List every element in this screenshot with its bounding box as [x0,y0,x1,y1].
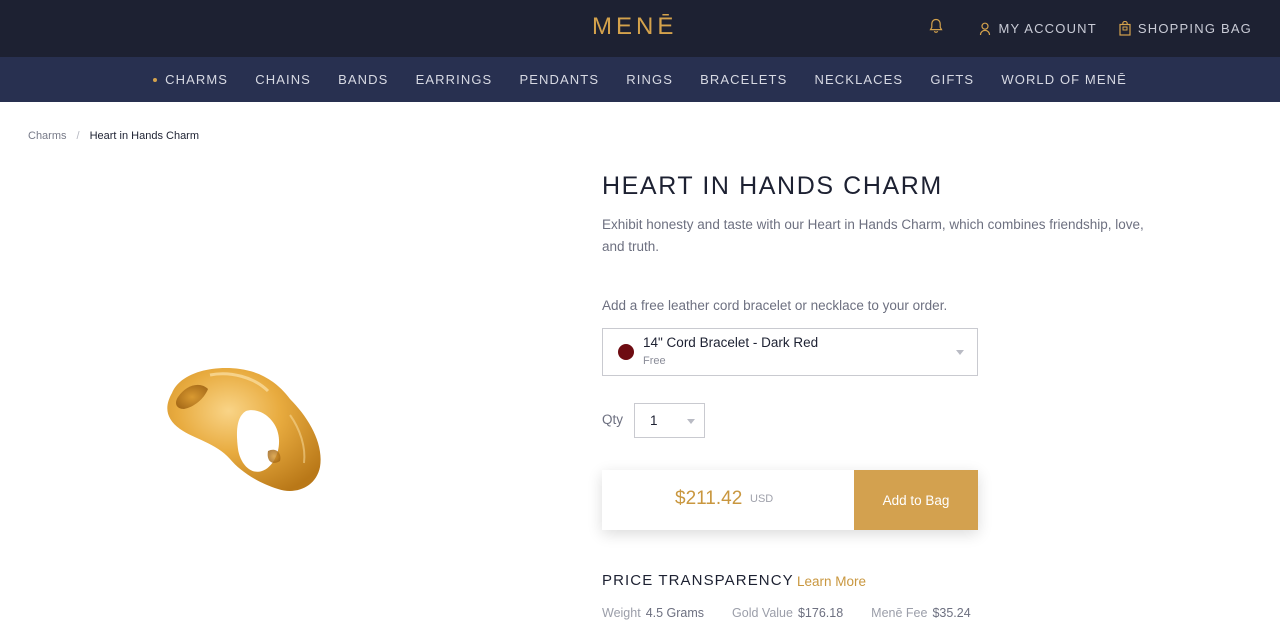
nav-item-label: NECKLACES [814,72,904,87]
learn-more-link[interactable]: Learn More [797,574,866,589]
bell-icon[interactable] [929,18,943,39]
nav-item-label: BANDS [338,72,389,87]
shopping-bag-label: SHOPPING BAG [1137,21,1252,36]
mene-fee-amount: $35.24 [932,606,971,620]
nav-item-rings[interactable]: RINGS [613,72,687,87]
cord-option-price: Free [643,355,666,367]
nav-item-chains[interactable]: CHAINS [242,72,325,87]
nav-item-label: GIFTS [930,72,975,87]
weight-value: 4.5 Grams [645,606,705,620]
nav-item-gifts[interactable]: GIFTS [917,72,988,87]
qty-label: Qty [602,412,624,427]
quantity-value: 1 [650,413,658,428]
price-transparency-title: PRICE TRANSPARENCY [602,572,794,589]
shopping-bag-icon [1119,21,1131,36]
top-header: MENĒ MY ACCOUNT SHOPPING BAG [0,0,1280,57]
user-icon [979,22,991,36]
nav-item-label: CHAINS [255,72,311,87]
nav-item-bands[interactable]: BANDS [325,72,402,87]
nav-item-label: RINGS [626,72,673,87]
product-description: Exhibit honesty and taste with our Heart… [602,217,1144,254]
nav-item-world-of-men[interactable]: WORLD OF MENĒ [988,72,1141,87]
gold-value-item: Gold Value $176.18 [732,606,843,620]
nav-item-bracelets[interactable]: BRACELETS [687,72,801,87]
gold-value-amount: $176.18 [797,606,844,620]
breadcrumb-parent[interactable]: Charms [28,130,67,142]
header-actions: MY ACCOUNT SHOPPING BAG [929,0,1252,57]
price-currency: USD [750,493,774,505]
quantity-select[interactable]: 1 [634,403,705,438]
cord-offer-label: Add a free leather cord bracelet or neck… [602,298,948,313]
nav-item-pendants[interactable]: PENDANTS [506,72,613,87]
nav-item-label: WORLD OF MENĒ [1001,72,1127,87]
nav-item-charms[interactable]: CHARMS [140,72,242,87]
mene-fee-item: Menē Fee $35.24 [871,606,971,620]
breadcrumb-separator: / [76,130,80,142]
chevron-down-icon [687,419,695,424]
color-swatch [618,344,634,360]
my-account-link[interactable]: MY ACCOUNT [979,21,1096,36]
product-title: HEART IN HANDS CHARM [602,172,943,200]
nav-item-earrings[interactable]: EARRINGS [402,72,506,87]
price-breakdown: Weight 4.5 Grams Gold Value $176.18 Menē… [602,606,971,620]
shopping-bag-link[interactable]: SHOPPING BAG [1119,21,1252,36]
breadcrumb-current: Heart in Hands Charm [89,130,200,142]
chevron-down-icon [956,350,964,355]
cord-select-dropdown[interactable]: 14" Cord Bracelet - Dark Red Free [602,328,978,376]
nav-item-label: PENDANTS [519,72,600,87]
nav-item-label: CHARMS [165,72,229,87]
my-account-label: MY ACCOUNT [998,21,1097,36]
product-price: $211.42 [675,488,743,509]
mene-fee-label: Menē Fee [871,606,928,620]
add-to-bag-button[interactable]: Add to Bag [854,470,978,530]
cord-option-name: 14" Cord Bracelet - Dark Red [643,335,819,350]
weight-label: Weight [602,606,641,620]
nav-item-label: EARRINGS [415,72,493,87]
nav-item-label: BRACELETS [700,72,788,87]
category-nav-list: CHARMS CHAINS BANDS EARRINGS PENDANTS RINGS BR… [0,57,1280,102]
category-nav: CHARMS CHAINS BANDS EARRINGS PENDANTS RINGS BR… [0,57,1280,102]
brand-logo[interactable]: MENĒ [592,13,677,41]
active-indicator-dot [153,77,158,82]
nav-item-necklaces[interactable]: NECKLACES [801,72,917,87]
buy-box: $211.42 USD Add to Bag [602,470,978,530]
gold-value-label: Gold Value [732,606,793,620]
product-image[interactable] [150,355,330,505]
weight-item: Weight 4.5 Grams [602,606,704,620]
breadcrumb: Charms / Heart in Hands Charm [28,130,199,142]
